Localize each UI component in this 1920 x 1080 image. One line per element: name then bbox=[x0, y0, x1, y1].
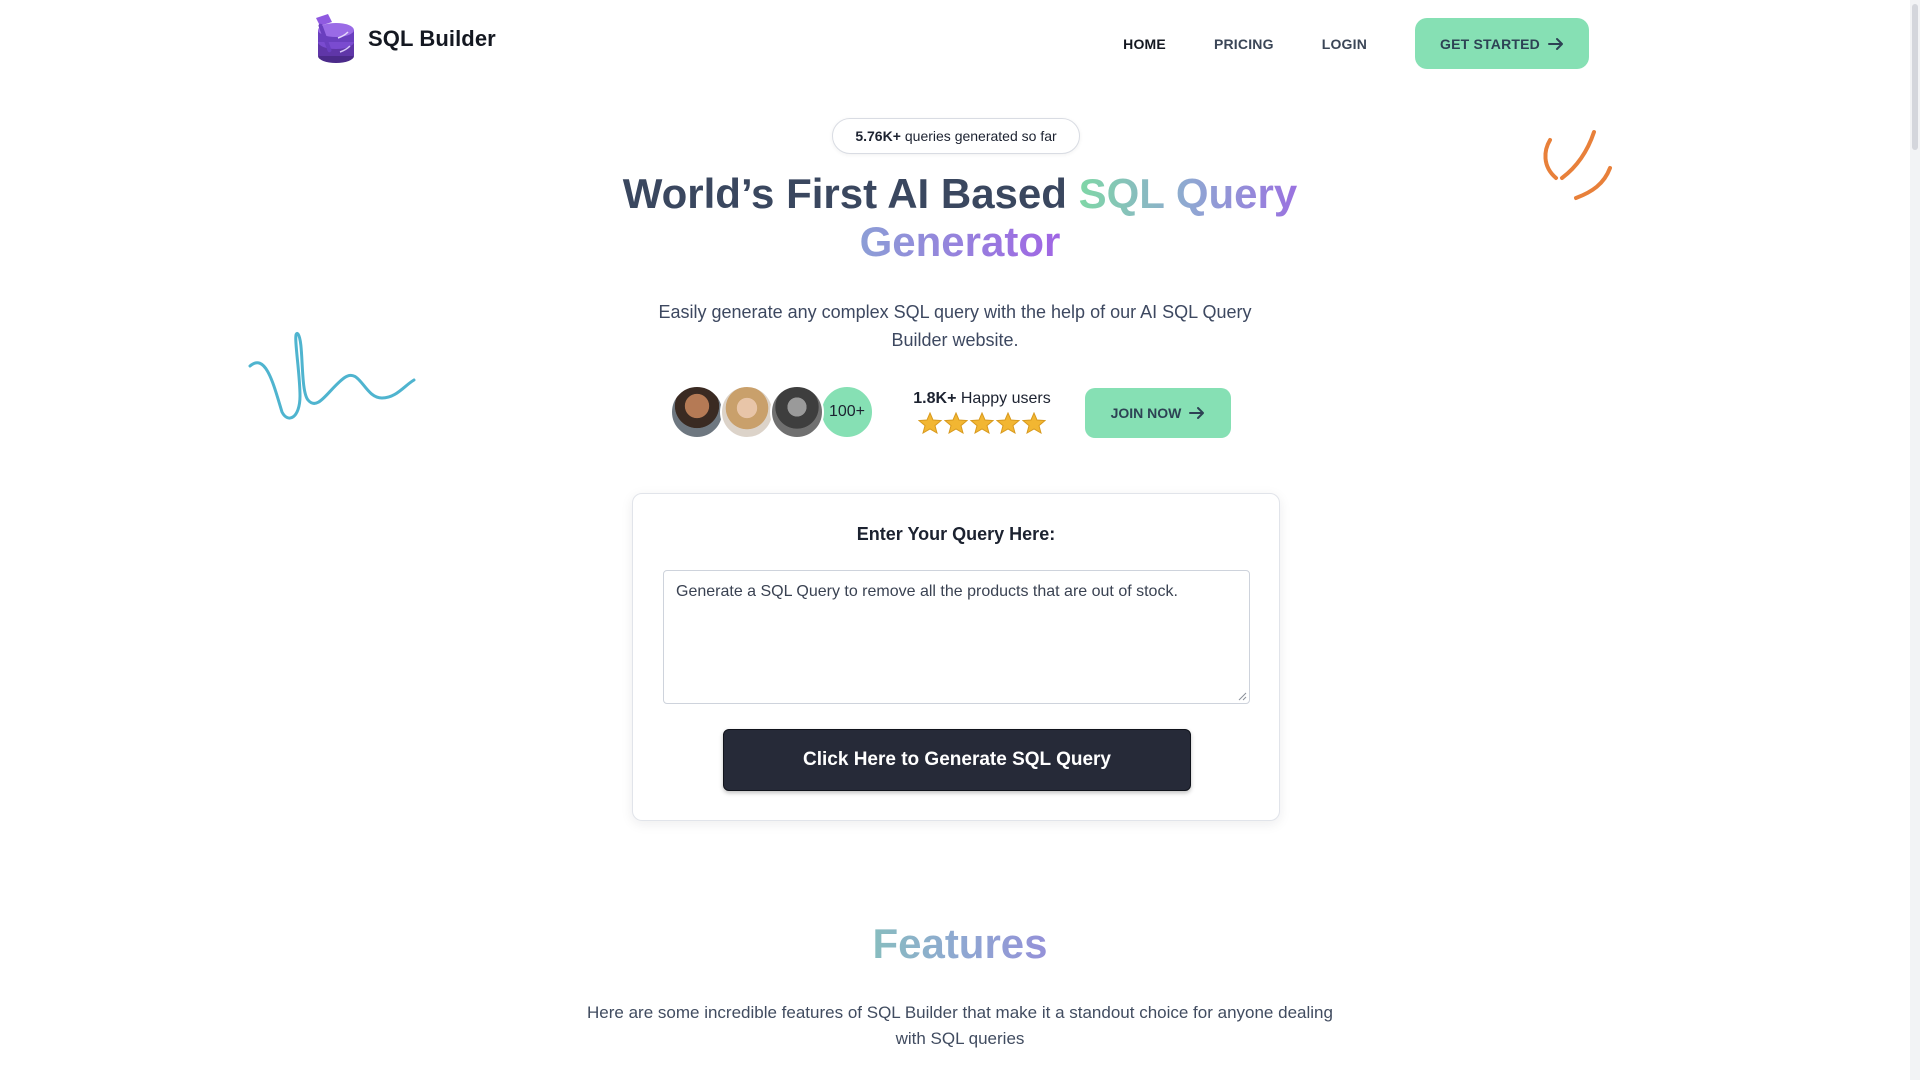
hero-title-part2: Generator bbox=[859, 218, 1061, 265]
users-value: 1.8K+ bbox=[913, 390, 957, 407]
nav-login-link[interactable]: LOGIN bbox=[1322, 36, 1367, 52]
counter-value: 5.76K+ bbox=[855, 128, 901, 144]
brand[interactable]: SQL Builder bbox=[310, 12, 496, 66]
features-subtitle: Here are some incredible features of SQL… bbox=[587, 1003, 1333, 1048]
query-textarea[interactable]: Generate a SQL Query to remove all the p… bbox=[663, 570, 1250, 704]
star-icon bbox=[918, 412, 942, 434]
hero-title: World’s First AI Based SQL Query Generat… bbox=[560, 170, 1360, 266]
avatar bbox=[770, 385, 824, 439]
happy-users-text: 1.8K+ Happy users bbox=[902, 390, 1062, 408]
avatar-more-count: 100+ bbox=[820, 385, 874, 439]
scrollbar-thumb[interactable] bbox=[1912, 4, 1918, 150]
hero-title-part1: World’s First AI Based bbox=[622, 170, 1079, 217]
arrow-right-icon bbox=[1189, 407, 1205, 419]
rating-stars bbox=[902, 412, 1062, 434]
blue-squiggle-decoration bbox=[248, 332, 416, 420]
nav-home-link[interactable]: HOME bbox=[1123, 36, 1166, 52]
hero-subtitle: Easily generate any complex SQL query wi… bbox=[658, 302, 1252, 350]
page-scrollbar[interactable] bbox=[1910, 0, 1920, 1080]
query-label: Enter Your Query Here: bbox=[856, 524, 1056, 544]
brand-name: SQL Builder bbox=[368, 26, 496, 51]
star-icon bbox=[944, 412, 968, 434]
join-now-label: JOIN NOW bbox=[1110, 405, 1182, 421]
orange-scribble-decoration bbox=[1543, 130, 1612, 200]
database-hammer-logo-icon bbox=[316, 14, 354, 63]
user-avatars: 100+ bbox=[670, 385, 874, 439]
avatar bbox=[670, 385, 724, 439]
happy-users-rating: 1.8K+ Happy users bbox=[902, 390, 1062, 434]
avatar bbox=[720, 385, 774, 439]
get-started-button[interactable]: GET STARTED bbox=[1415, 18, 1589, 69]
resize-grip-icon[interactable] bbox=[1237, 691, 1247, 701]
site-header: SQL Builder HOME PRICING LOGIN GET START… bbox=[0, 0, 1920, 88]
users-text: Happy users bbox=[960, 390, 1051, 407]
generate-sql-button[interactable]: Click Here to Generate SQL Query bbox=[723, 729, 1191, 791]
counter-text: queries generated so far bbox=[904, 128, 1057, 144]
join-now-button[interactable]: JOIN NOW bbox=[1085, 388, 1231, 438]
page: SQL Builder HOME PRICING LOGIN GET START… bbox=[0, 0, 1920, 1080]
star-icon bbox=[1022, 412, 1046, 434]
arrow-right-icon bbox=[1548, 37, 1563, 50]
star-icon bbox=[996, 412, 1020, 434]
main-nav: HOME PRICING LOGIN GET STARTED bbox=[1123, 18, 1589, 69]
star-icon bbox=[970, 412, 994, 434]
hero-title-highlight: SQL Query bbox=[1078, 170, 1298, 217]
nav-pricing-link[interactable]: PRICING bbox=[1214, 36, 1274, 52]
queries-counter-badge: 5.76K+ queries generated so far bbox=[832, 118, 1080, 154]
get-started-label: GET STARTED bbox=[1440, 35, 1540, 52]
query-card: Enter Your Query Here: Generate a SQL Qu… bbox=[632, 493, 1280, 821]
features-title: Features bbox=[760, 918, 1160, 970]
